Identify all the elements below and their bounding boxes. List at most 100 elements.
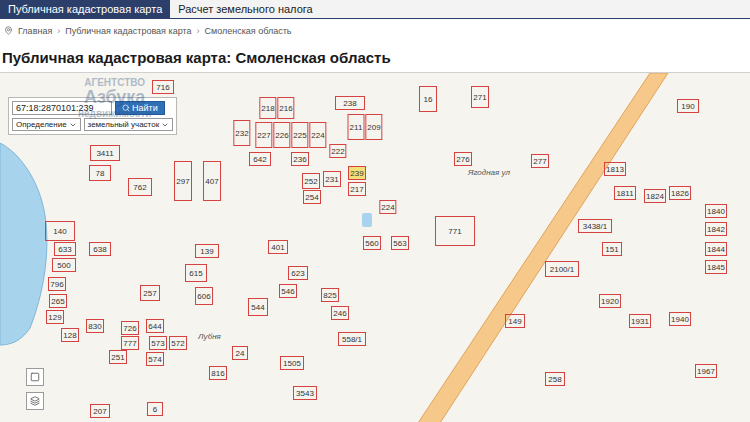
land-parcel[interactable]: 207: [90, 404, 110, 418]
land-parcel[interactable]: 1826: [669, 186, 691, 200]
land-parcel[interactable]: 225: [291, 122, 308, 148]
land-parcel[interactable]: 238: [335, 96, 365, 110]
land-parcel[interactable]: 638: [89, 242, 111, 256]
land-parcel[interactable]: 825: [321, 288, 339, 302]
land-parcel[interactable]: 151: [602, 242, 622, 256]
mode-select[interactable]: Определение: [12, 118, 81, 131]
land-parcel[interactable]: 246: [331, 306, 349, 320]
land-parcel[interactable]: 401: [268, 240, 288, 254]
land-parcel[interactable]: 190: [677, 99, 699, 113]
land-parcel[interactable]: 16: [419, 86, 437, 112]
land-parcel[interactable]: 1931: [629, 314, 651, 328]
land-parcel[interactable]: 236: [291, 152, 309, 166]
land-parcel[interactable]: 1811: [614, 186, 636, 200]
land-parcel[interactable]: 771: [435, 216, 475, 246]
land-parcel[interactable]: 1842: [705, 222, 727, 236]
road: [418, 73, 668, 422]
land-parcel[interactable]: 830: [86, 319, 104, 333]
breadcrumb-item[interactable]: Смоленская область: [204, 26, 291, 36]
land-parcel[interactable]: 129: [46, 310, 64, 324]
layers-button[interactable]: [26, 392, 44, 410]
lake: [0, 143, 47, 345]
breadcrumb-separator: ›: [57, 26, 60, 36]
land-parcel[interactable]: 546: [279, 284, 297, 298]
land-parcel[interactable]: 762: [128, 178, 152, 196]
land-parcel[interactable]: 78: [89, 165, 111, 181]
land-parcel[interactable]: 6: [147, 402, 163, 416]
land-parcel[interactable]: 140: [45, 221, 75, 241]
land-parcel[interactable]: 232: [233, 120, 250, 146]
select-area-button[interactable]: [26, 368, 44, 386]
land-parcel[interactable]: 407: [203, 161, 221, 201]
land-parcel[interactable]: 258: [545, 372, 565, 386]
land-parcel[interactable]: 231: [323, 171, 341, 187]
land-parcel[interactable]: 139: [195, 244, 219, 258]
land-parcel[interactable]: 1967: [695, 364, 717, 378]
breadcrumb-item[interactable]: Главная: [18, 26, 52, 36]
land-parcel[interactable]: 615: [185, 264, 207, 282]
land-parcel[interactable]: 251: [109, 350, 127, 364]
land-parcel[interactable]: 297: [174, 161, 192, 201]
land-parcel[interactable]: 149: [505, 314, 525, 328]
object-type-select[interactable]: земельный участок: [84, 118, 174, 131]
land-parcel[interactable]: 257: [140, 285, 160, 301]
land-parcel[interactable]: 1813: [604, 162, 626, 176]
location-pin-icon: [4, 26, 13, 35]
land-parcel[interactable]: 227: [255, 122, 272, 148]
land-parcel[interactable]: 633: [54, 242, 76, 256]
breadcrumb-item[interactable]: Публичная кадастровая карта: [65, 26, 191, 36]
land-parcel[interactable]: 777: [121, 336, 139, 350]
land-parcel[interactable]: 271: [471, 86, 489, 108]
land-parcel[interactable]: 3438/1: [578, 219, 612, 233]
land-parcel[interactable]: 816: [209, 366, 227, 380]
land-parcel[interactable]: 574: [146, 352, 164, 366]
land-parcel[interactable]: 24: [232, 346, 248, 360]
land-parcel[interactable]: 216: [277, 97, 294, 119]
map[interactable]: Ягодная улЛубня7162182162381664223222722…: [0, 72, 750, 422]
land-parcel[interactable]: 642: [249, 152, 271, 166]
land-parcel[interactable]: 1505: [280, 356, 304, 370]
land-parcel[interactable]: 544: [248, 298, 268, 316]
land-parcel[interactable]: 276: [454, 152, 472, 166]
find-button[interactable]: Найти: [115, 101, 165, 115]
land-parcel[interactable]: 226: [273, 122, 290, 148]
land-parcel[interactable]: 218: [259, 97, 276, 119]
land-parcel[interactable]: 1840: [705, 204, 727, 218]
land-parcel[interactable]: 252: [302, 173, 320, 189]
land-parcel[interactable]: 128: [61, 328, 79, 342]
land-parcel[interactable]: 222: [329, 144, 346, 158]
land-parcel[interactable]: 1940: [669, 312, 691, 326]
tab[interactable]: Расчет земельного налога: [170, 0, 320, 18]
land-parcel[interactable]: 726: [121, 321, 139, 335]
land-parcel[interactable]: 572: [169, 336, 187, 350]
land-parcel[interactable]: 211: [348, 114, 365, 140]
land-parcel[interactable]: 716: [152, 80, 174, 94]
land-parcel[interactable]: 563: [391, 236, 409, 250]
search-icon: [122, 104, 130, 112]
land-parcel[interactable]: 560: [363, 236, 381, 250]
land-parcel[interactable]: 224: [309, 122, 326, 148]
land-parcel[interactable]: 3543: [293, 386, 317, 400]
land-parcel[interactable]: 3411: [90, 145, 120, 161]
land-parcel[interactable]: 606: [195, 287, 213, 305]
land-parcel[interactable]: 209: [365, 114, 382, 140]
land-parcel[interactable]: 224: [379, 200, 396, 214]
land-parcel[interactable]: 239: [348, 166, 366, 180]
land-parcel[interactable]: 1844: [705, 242, 727, 256]
land-parcel[interactable]: 2100/1: [545, 261, 579, 277]
land-parcel[interactable]: 1920: [599, 294, 621, 308]
tab[interactable]: Публичная кадастровая карта: [0, 0, 170, 18]
land-parcel[interactable]: 277: [531, 154, 549, 168]
cadastral-number-input[interactable]: [12, 101, 112, 115]
land-parcel[interactable]: 573: [149, 336, 167, 350]
land-parcel[interactable]: 500: [52, 258, 76, 272]
land-parcel[interactable]: 623: [288, 266, 308, 280]
land-parcel[interactable]: 796: [48, 277, 66, 291]
land-parcel[interactable]: 265: [49, 294, 67, 308]
land-parcel[interactable]: 1824: [644, 189, 666, 203]
land-parcel[interactable]: 254: [303, 190, 321, 204]
land-parcel[interactable]: 217: [348, 182, 366, 196]
land-parcel[interactable]: 1845: [705, 260, 727, 274]
land-parcel[interactable]: 558/1: [338, 332, 366, 346]
land-parcel[interactable]: 644: [146, 319, 164, 333]
